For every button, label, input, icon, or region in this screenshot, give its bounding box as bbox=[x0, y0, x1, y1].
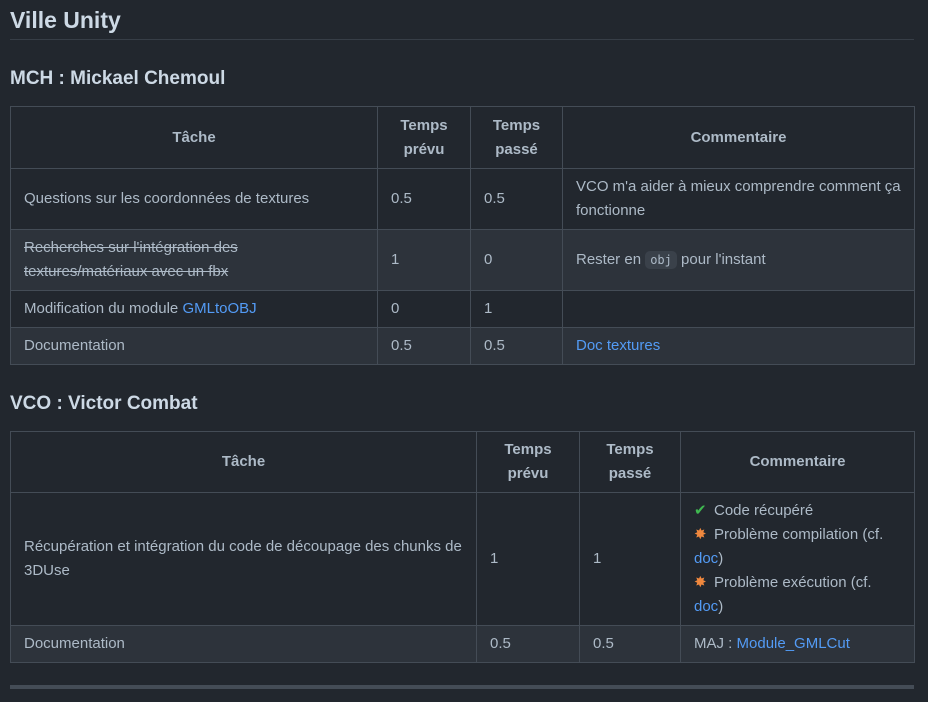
comment-cell: MAJ : Module_GMLCut bbox=[680, 625, 915, 663]
comment-cell: ✔ Code récupéré ✸ Problème compilation (cf… bbox=[680, 492, 915, 626]
comment-cell bbox=[562, 290, 915, 328]
comment-line: ✸ Problème compilation (cf. doc) bbox=[694, 523, 901, 571]
passe-cell: 0.5 bbox=[470, 327, 563, 365]
doc-link[interactable]: doc bbox=[694, 550, 718, 567]
col-header-tache: Tâche bbox=[10, 431, 477, 493]
task-cell-struck: Recherches sur l'intégration des texture… bbox=[10, 229, 378, 291]
inline-code: obj bbox=[645, 251, 677, 269]
comment-text: Rester en bbox=[576, 251, 646, 268]
passe-cell: 1 bbox=[470, 290, 563, 328]
task-cell: Documentation bbox=[10, 327, 378, 365]
page-title: Ville Unity bbox=[10, 0, 914, 40]
prevu-cell: 0.5 bbox=[476, 625, 580, 663]
table-row: Questions sur les coordonnées de texture… bbox=[10, 168, 915, 230]
passe-cell: 0.5 bbox=[579, 625, 681, 663]
comment-line: ✔ Code récupéré bbox=[694, 499, 901, 523]
document-body: Ville Unity MCH : Mickael Chemoul Tâche … bbox=[10, 0, 915, 663]
task-table-mch: Tâche Temps prévu Temps passé Commentair… bbox=[10, 106, 915, 365]
table-row: Documentation 0.5 0.5 MAJ : Module_GMLCu… bbox=[10, 625, 915, 663]
col-header-temps-prevu: Temps prévu bbox=[377, 106, 471, 169]
prevu-cell: 0.5 bbox=[377, 168, 471, 230]
col-header-commentaire: Commentaire bbox=[562, 106, 915, 169]
col-header-temps-passe: Temps passé bbox=[470, 106, 563, 169]
comment-cell: Rester en obj pour l'instant bbox=[562, 229, 915, 291]
col-header-temps-prevu: Temps prévu bbox=[476, 431, 580, 493]
col-header-commentaire: Commentaire bbox=[680, 431, 915, 493]
horizontal-rule bbox=[10, 685, 914, 689]
doc-link[interactable]: doc bbox=[694, 598, 718, 615]
doc-textures-link[interactable]: Doc textures bbox=[576, 337, 660, 354]
passe-cell: 0.5 bbox=[470, 168, 563, 230]
gmltoobj-link[interactable]: GMLtoOBJ bbox=[182, 300, 256, 317]
table-row: Recherches sur l'intégration des texture… bbox=[10, 229, 915, 291]
check-mark-icon: ✔ bbox=[694, 502, 707, 519]
task-cell: Documentation bbox=[10, 625, 477, 663]
table-row: Documentation 0.5 0.5 Doc textures bbox=[10, 327, 915, 365]
col-header-temps-passe: Temps passé bbox=[579, 431, 681, 493]
collision-icon: ✸ bbox=[694, 526, 707, 543]
table-row: Récupération et intégration du code de d… bbox=[10, 492, 915, 626]
section-heading-vco: VCO : Victor Combat bbox=[10, 393, 198, 414]
prevu-cell: 1 bbox=[377, 229, 471, 291]
comment-text: Code récupéré bbox=[714, 502, 814, 519]
comment-text: ) bbox=[718, 598, 724, 615]
comment-text: Problème compilation (cf. bbox=[714, 526, 884, 543]
task-text: Modification du module bbox=[24, 300, 183, 317]
comment-text: Problème exécution (cf. bbox=[714, 574, 872, 591]
task-cell: Modification du module GMLtoOBJ bbox=[10, 290, 378, 328]
comment-text: pour l'instant bbox=[676, 251, 766, 268]
section-heading-mch: MCH : Mickael Chemoul bbox=[10, 68, 226, 89]
comment-cell: VCO m'a aider à mieux comprendre comment… bbox=[562, 168, 915, 230]
prevu-cell: 1 bbox=[476, 492, 580, 626]
col-header-tache: Tâche bbox=[10, 106, 378, 169]
module-gmlcut-link[interactable]: Module_GMLCut bbox=[737, 635, 850, 652]
table-row: Modification du module GMLtoOBJ 0 1 bbox=[10, 290, 915, 328]
comment-line: ✸ Problème exécution (cf. doc) bbox=[694, 571, 901, 619]
task-table-vco: Tâche Temps prévu Temps passé Commentair… bbox=[10, 431, 915, 663]
comment-cell: Doc textures bbox=[562, 327, 915, 365]
passe-cell: 1 bbox=[579, 492, 681, 626]
comment-text: ) bbox=[718, 550, 724, 567]
prevu-cell: 0 bbox=[377, 290, 471, 328]
task-cell: Récupération et intégration du code de d… bbox=[10, 492, 477, 626]
passe-cell: 0 bbox=[470, 229, 563, 291]
task-cell: Questions sur les coordonnées de texture… bbox=[10, 168, 378, 230]
collision-icon: ✸ bbox=[694, 574, 707, 591]
prevu-cell: 0.5 bbox=[377, 327, 471, 365]
comment-text: MAJ : bbox=[694, 635, 737, 652]
